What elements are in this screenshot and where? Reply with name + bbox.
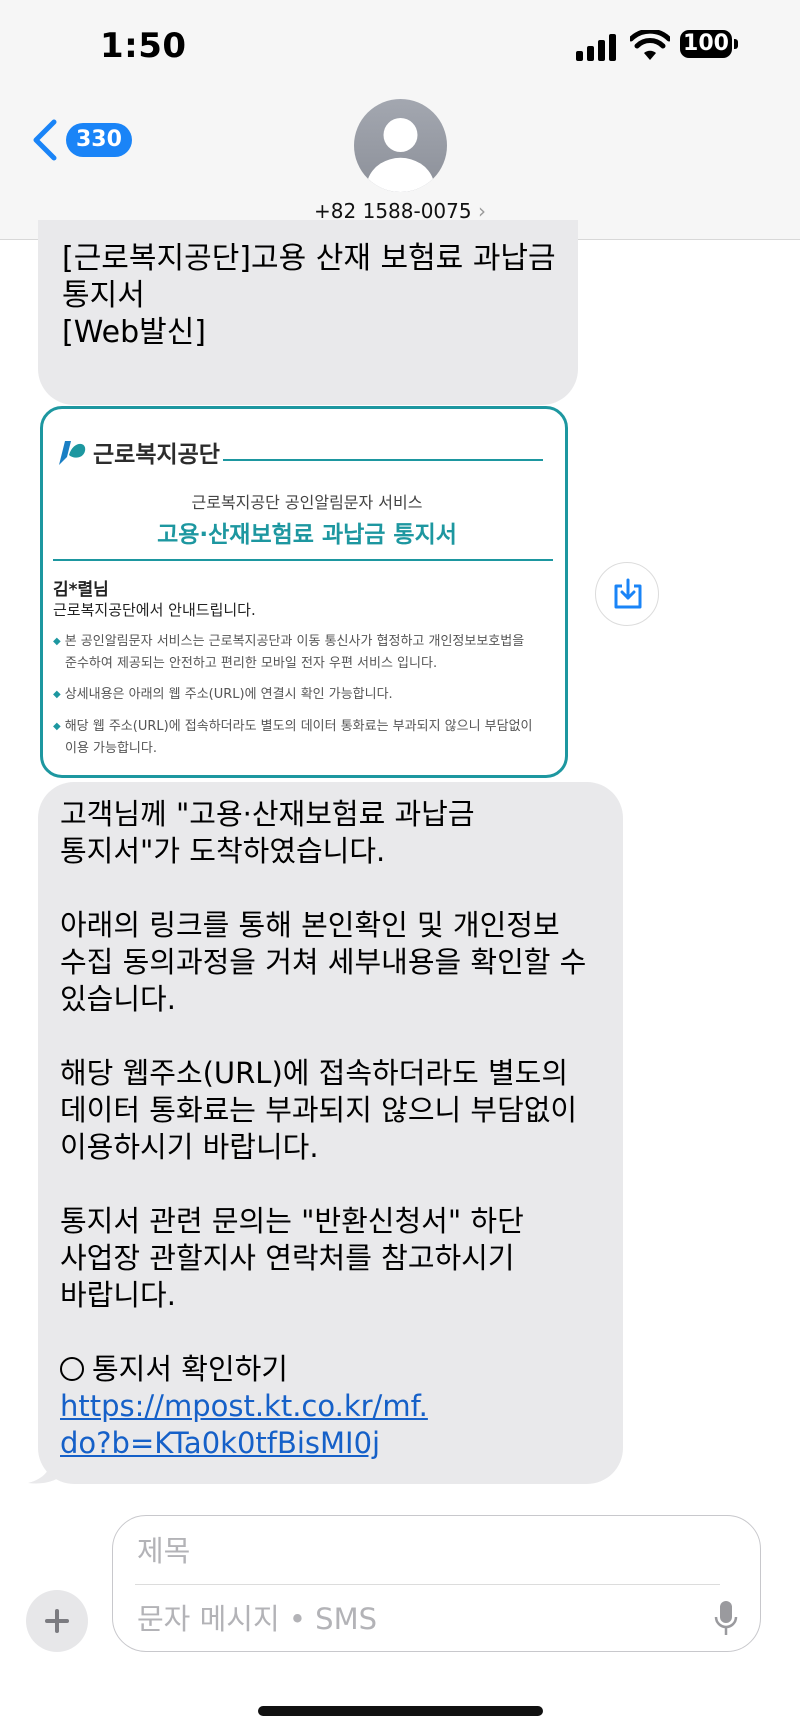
- recipient-name: 김*렬님: [53, 580, 109, 600]
- message-input[interactable]: [135, 1596, 679, 1642]
- message-composer: [112, 1515, 761, 1652]
- message-text: 고객님께 "고용·산재보험료 과납금 통지서"가 도착하였습니다. 아래의 링크…: [60, 796, 620, 1462]
- notice-image[interactable]: 근로복지공단 근로복지공단 공인알림문자 서비스 고용·산재보험료 과납금 통지…: [40, 406, 568, 778]
- signal-icon: [576, 33, 618, 61]
- confirm-label: 통지서 확인하기: [60, 1351, 620, 1388]
- status-time: 1:50: [100, 26, 187, 66]
- save-image-button[interactable]: [595, 562, 659, 626]
- unread-badge: 330: [66, 123, 132, 157]
- message-bubble-header[interactable]: [근로복지공단]고용 산재 보험료 과납금 통지서 [Web발신]: [38, 220, 578, 405]
- back-button[interactable]: 330: [28, 115, 132, 165]
- mic-icon[interactable]: [714, 1600, 738, 1638]
- circle-icon: [60, 1357, 84, 1381]
- status-bar: 1:50 100: [0, 0, 800, 95]
- card-bullet: ◆ 해당 웹 주소(URL)에 접속하더라도 별도의 데이터 통화료는 부과되지 …: [53, 719, 533, 756]
- agency-logo: 근로복지공단: [55, 435, 220, 469]
- message-bubble-body[interactable]: 고객님께 "고용·산재보험료 과납금 통지서"가 도착하였습니다. 아래의 링크…: [38, 782, 623, 1484]
- divider: [223, 459, 543, 461]
- conversation-header: 330 +82 1588-0075 ›: [0, 95, 800, 240]
- card-title: 고용·산재보험료 과납금 통지서: [157, 522, 457, 548]
- save-icon: [614, 578, 642, 609]
- agency-logo-text: 근로복지공단: [93, 442, 220, 468]
- notice-link[interactable]: https://mpost.kt.co.kr/mf.: [60, 1388, 620, 1425]
- notice-link-continued[interactable]: do?b=KTa0k0tfBisMI0j: [60, 1425, 620, 1462]
- battery-icon: 100: [680, 30, 738, 60]
- add-attachment-button[interactable]: [26, 1590, 88, 1652]
- card-bullet: ◆ 본 공인알림문자 서비스는 근로복지공단과 이동 통신사가 협정하고 개인정보…: [53, 634, 525, 671]
- card-bullet: ◆ 상세내용은 아래의 웹 주소(URL)에 연결시 확인 가능합니다.: [53, 687, 393, 702]
- message-text: [근로복지공단]고용 산재 보험료 과납금 통지서 [Web발신]: [62, 241, 556, 350]
- divider: [135, 1584, 720, 1585]
- person-icon: [368, 118, 433, 192]
- contact-avatar[interactable]: [354, 99, 447, 192]
- wifi-icon: [630, 30, 670, 60]
- battery-level: 100: [680, 30, 732, 58]
- card-greeting: 근로복지공단에서 안내드립니다.: [53, 601, 256, 619]
- agency-logo-icon: [59, 441, 86, 465]
- divider: [53, 559, 553, 561]
- back-chevron-icon: [33, 119, 57, 161]
- home-indicator[interactable]: [258, 1706, 543, 1716]
- card-service-label: 근로복지공단 공인알림문자 서비스: [191, 493, 423, 512]
- subject-input[interactable]: [135, 1528, 719, 1574]
